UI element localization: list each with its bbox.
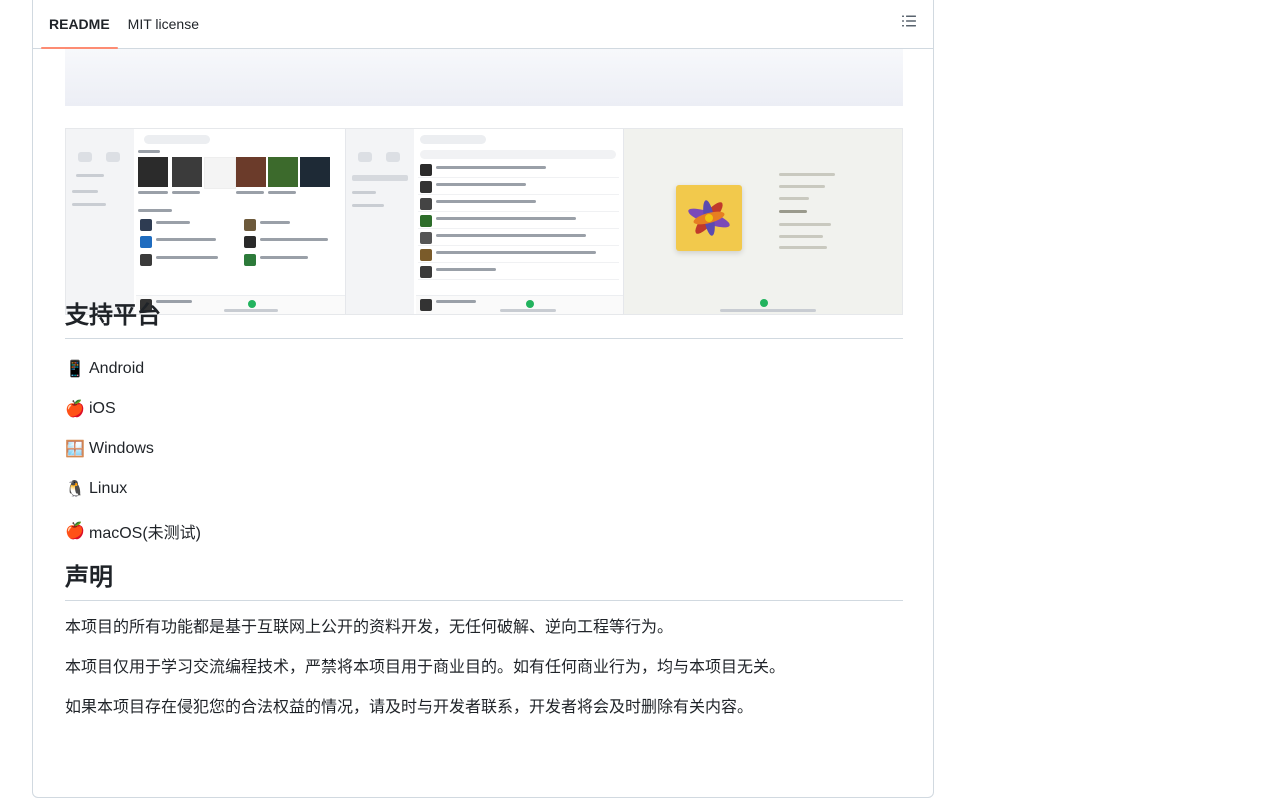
screenshot-home [66, 129, 346, 314]
apple-icon: 🍎 [65, 401, 85, 418]
mobile-phone-icon: 📱 [65, 361, 85, 378]
platform-item-linux: 🐧 Linux [65, 479, 127, 499]
list-unordered-icon [901, 13, 917, 34]
platforms-heading: 支持平台 [65, 295, 903, 339]
window-icon: 🪟 [65, 441, 85, 458]
disclaimer-section: 声明 本项目的所有功能都是基于互联网上公开的资料开发，无任何破解、逆向工程等行为… [65, 557, 903, 716]
screenshot-now-playing [624, 129, 902, 314]
tab-mit-license[interactable]: MIT license [120, 0, 207, 48]
platform-item-macos: 🍎 macOS(未测试) [65, 519, 201, 543]
platform-item-ios: 🍎 iOS [65, 399, 116, 419]
outline-button[interactable] [899, 13, 919, 33]
app-screenshots [65, 128, 903, 315]
album-art [676, 185, 742, 251]
disclaimer-paragraph: 本项目的所有功能都是基于互联网上公开的资料开发，无任何破解、逆向工程等行为。 [65, 619, 674, 636]
platform-label: Linux [89, 480, 128, 497]
readme-tabs: README MIT license [33, 0, 933, 49]
penguin-icon: 🐧 [65, 481, 85, 498]
platform-label: iOS [89, 400, 116, 417]
disclaimer-paragraph: 本项目仅用于学习交流编程技术，严禁将本项目用于商业目的。如有任何商业行为，均与本… [65, 659, 786, 676]
platform-item-android: 📱 Android [65, 359, 144, 379]
screenshot-playlist [346, 129, 624, 314]
readme-card: README MIT license 支持平台 📱 Android 🍎 iOS … [32, 0, 934, 798]
banner-image [65, 49, 903, 106]
tab-readme[interactable]: README [41, 0, 118, 49]
readme-content [65, 49, 903, 315]
platform-label: macOS(未测试) [89, 525, 202, 542]
platform-item-windows: 🪟 Windows [65, 439, 154, 459]
platform-label: Windows [89, 440, 154, 457]
apple-icon: 🍎 [65, 523, 85, 540]
disclaimer-heading: 声明 [65, 557, 903, 601]
disclaimer-paragraph: 如果本项目存在侵犯您的合法权益的情况，请及时与开发者联系，开发者将会及时删除有关… [65, 699, 754, 716]
platforms-section: 支持平台 📱 Android 🍎 iOS 🪟 Windows 🐧 Linux 🍎… [65, 295, 903, 542]
platform-label: Android [89, 360, 145, 377]
